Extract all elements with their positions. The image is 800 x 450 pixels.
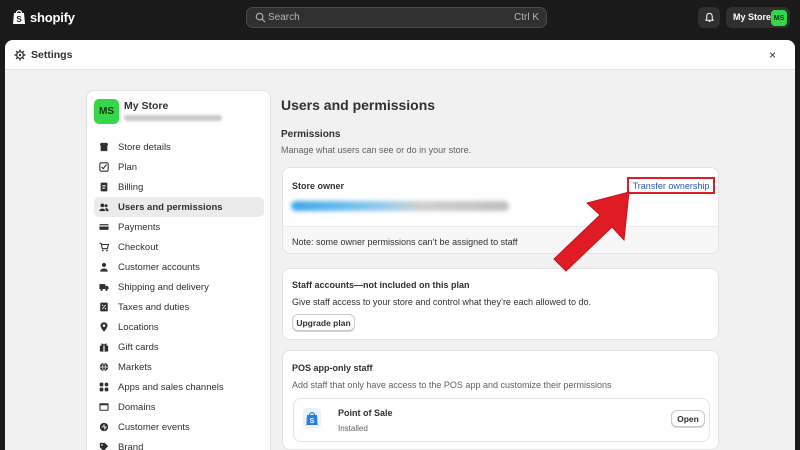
sidebar-item-location[interactable]: Locations — [94, 317, 264, 337]
sidebar-item-domain[interactable]: Domains — [94, 397, 264, 417]
bell-icon — [704, 12, 714, 22]
sidebar-nav: Store details Plan Billing Users and permis… — [94, 137, 264, 450]
owner-note-footer: Note: some owner permissions can’t be as… — [283, 226, 718, 253]
search-shortcut: Ctrl K — [514, 12, 539, 23]
sidebar-item-label: Billing — [118, 181, 144, 193]
sidebar-item-globe[interactable]: Markets — [94, 357, 264, 377]
tax-icon — [100, 302, 108, 312]
upgrade-plan-button[interactable]: Upgrade plan — [292, 314, 355, 331]
gift-icon — [99, 343, 109, 352]
store-icon — [99, 142, 109, 152]
open-pos-button[interactable]: Open — [671, 410, 705, 427]
pos-app-row: S Point of Sale Installed Open — [293, 398, 710, 442]
redacted-store-url — [124, 115, 222, 121]
sidebar-item-users[interactable]: Users and permissions — [94, 197, 264, 217]
permissions-description: Manage what users can see or do in your … — [281, 145, 472, 155]
sidebar-item-brand[interactable]: Brand — [94, 437, 264, 450]
svg-text:S: S — [16, 15, 22, 24]
domain-icon — [99, 403, 109, 411]
staff-accounts-title: Staff accounts—not included on this plan — [292, 280, 470, 290]
top-bar: S shopify Search Ctrl K My Store MS — [0, 0, 800, 36]
pos-app-name: Point of Sale — [338, 408, 393, 418]
sidebar-item-person[interactable]: Customer accounts — [94, 257, 264, 277]
cart-icon — [99, 242, 109, 252]
owner-note: Note: some owner permissions can’t be as… — [292, 237, 518, 247]
settings-header: Settings × — [5, 40, 795, 70]
sidebar-item-payments[interactable]: Payments — [94, 217, 264, 237]
plan-icon — [99, 162, 109, 172]
sidebar-item-label: Checkout — [118, 241, 159, 253]
apps-icon — [99, 382, 109, 392]
globe-icon — [99, 362, 109, 372]
pos-staff-title: POS app-only staff — [292, 363, 373, 373]
page-title: Users and permissions — [281, 97, 436, 113]
payments-icon — [99, 224, 109, 230]
billing-icon — [100, 182, 108, 192]
settings-title: Settings — [31, 49, 73, 61]
settings-modal: Settings × MS My Store Store details Plan… — [5, 40, 795, 450]
sidebar-item-label: Markets — [118, 361, 152, 373]
sidebar-item-label: Store details — [118, 141, 171, 153]
search-icon — [255, 12, 266, 23]
avatar: MS — [94, 99, 119, 124]
sidebar-item-gift[interactable]: Gift cards — [94, 337, 264, 357]
svg-text:S: S — [310, 418, 315, 425]
sidebar-item-label: Gift cards — [118, 341, 159, 353]
person-icon — [100, 262, 108, 272]
permissions-heading: Permissions — [281, 129, 341, 140]
settings-sidebar: MS My Store Store details Plan Billing User… — [86, 90, 271, 450]
sidebar-item-label: Customer accounts — [118, 261, 200, 273]
sidebar-item-plan[interactable]: Plan — [94, 157, 264, 177]
shopify-bag-icon: S — [13, 10, 25, 24]
sidebar-item-label: Plan — [118, 161, 138, 173]
sidebar-item-billing[interactable]: Billing — [94, 177, 264, 197]
pos-staff-card: POS app-only staff Add staff that only h… — [282, 350, 719, 450]
truck-icon — [99, 284, 109, 291]
staff-accounts-description: Give staff access to your store and cont… — [292, 297, 591, 307]
location-icon — [100, 322, 108, 332]
sidebar-store-header[interactable]: MS My Store — [94, 99, 264, 125]
close-icon[interactable]: × — [769, 48, 776, 62]
brand-name: shopify — [30, 9, 75, 25]
store-owner-title: Store owner — [292, 181, 345, 191]
events-icon — [99, 422, 109, 432]
sidebar-item-events[interactable]: Customer events — [94, 417, 264, 437]
gear-icon — [14, 49, 26, 61]
sidebar-item-store[interactable]: Store details — [94, 137, 264, 157]
sidebar-item-label: Domains — [118, 401, 156, 413]
redacted-owner-info — [291, 201, 509, 211]
notifications-button[interactable] — [698, 7, 720, 28]
users-icon — [99, 203, 109, 212]
sidebar-item-apps[interactable]: Apps and sales channels — [94, 377, 264, 397]
sidebar-item-label: Taxes and duties — [118, 301, 190, 313]
annotation-arrow — [553, 191, 630, 272]
sidebar-item-truck[interactable]: Shipping and delivery — [94, 277, 264, 297]
pos-app-status: Installed — [338, 424, 368, 433]
sidebar-store-name: My Store — [124, 100, 169, 112]
search-placeholder: Search — [268, 12, 300, 23]
point-of-sale-icon: S — [303, 408, 321, 428]
sidebar-item-cart[interactable]: Checkout — [94, 237, 264, 257]
sidebar-item-label: Brand — [118, 441, 144, 450]
staff-accounts-card: Staff accounts—not included on this plan… — [282, 268, 719, 340]
store-avatar: MS — [771, 10, 787, 26]
sidebar-item-label: Customer events — [118, 421, 190, 433]
shopify-logo[interactable]: S shopify — [12, 9, 75, 25]
sidebar-item-tax[interactable]: Taxes and duties — [94, 297, 264, 317]
sidebar-item-label: Payments — [118, 221, 161, 233]
sidebar-item-label: Apps and sales channels — [118, 381, 224, 393]
store-owner-card: Store owner Transfer ownership Note: som… — [282, 167, 719, 254]
sidebar-item-label: Shipping and delivery — [118, 281, 209, 293]
sidebar-item-label: Users and permissions — [118, 201, 223, 213]
store-menu-button[interactable]: My Store MS — [726, 7, 790, 28]
sidebar-item-label: Locations — [118, 321, 159, 333]
brand-icon — [99, 442, 109, 450]
search-input[interactable]: Search Ctrl K — [246, 7, 547, 28]
store-menu-label: My Store — [733, 12, 772, 22]
pos-staff-description: Add staff that only have access to the P… — [292, 380, 612, 390]
